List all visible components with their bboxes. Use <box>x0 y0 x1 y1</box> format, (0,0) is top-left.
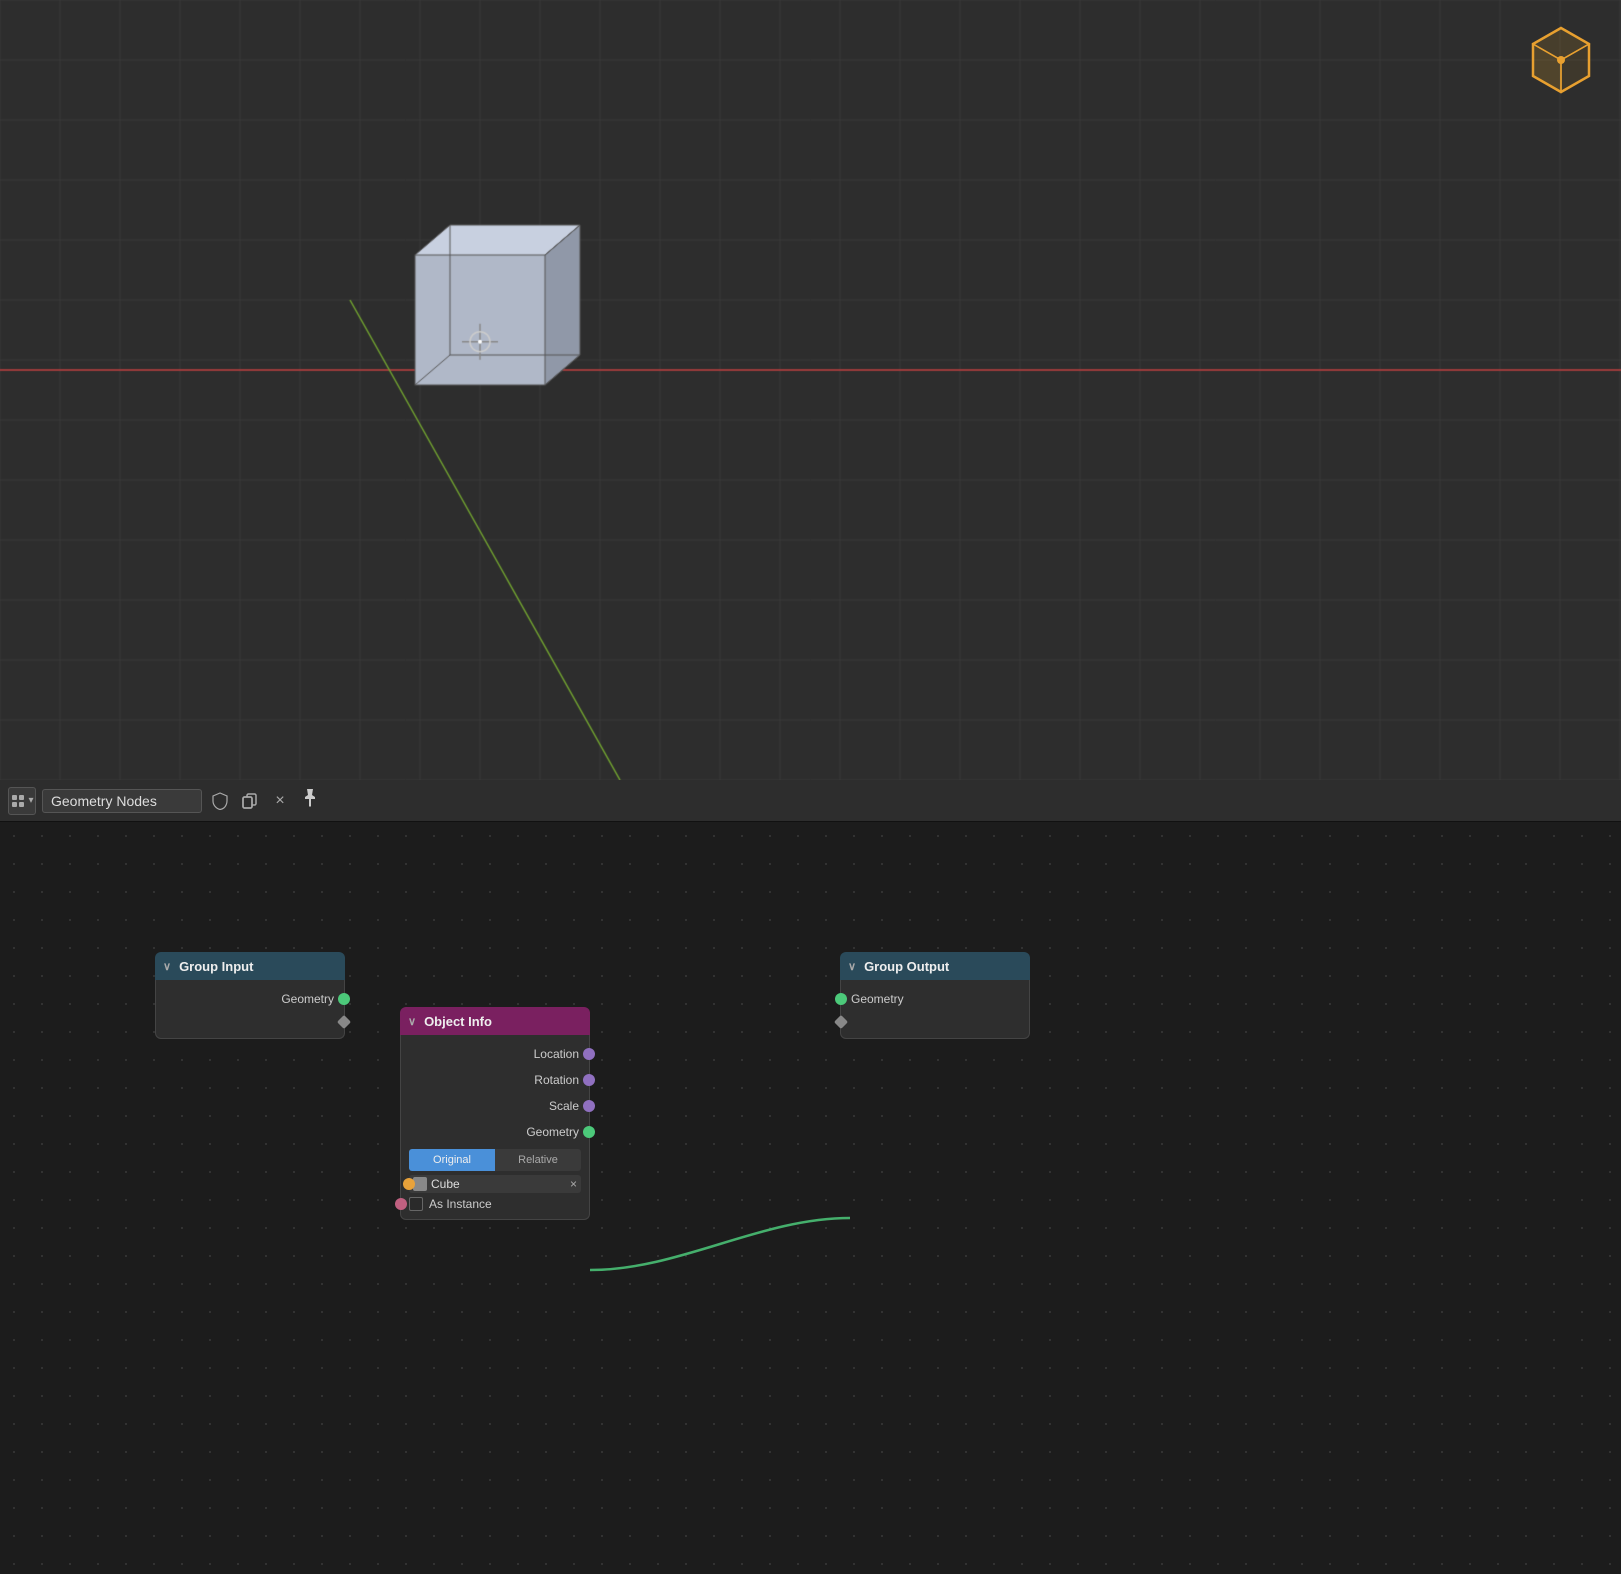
group-input-chevron: ∨ <box>163 960 171 973</box>
nodetree-name-field[interactable]: Geometry Nodes <box>42 789 202 813</box>
as-instance-socket <box>395 1198 407 1210</box>
connections-svg <box>0 822 1621 1574</box>
pin-button[interactable] <box>302 788 318 813</box>
group-output-geometry-socket <box>835 993 847 1005</box>
node-group-output: ∨ Group Output Geometry <box>840 952 1030 1039</box>
object-info-chevron: ∨ <box>408 1015 416 1028</box>
editor-type-button[interactable]: ▾ <box>8 787 36 815</box>
scale-socket <box>583 1100 595 1112</box>
group-input-title: Group Input <box>179 959 253 974</box>
relative-button[interactable]: Relative <box>495 1149 581 1171</box>
object-info-scale-row: Scale <box>401 1093 589 1119</box>
group-input-extra-socket <box>337 1015 351 1029</box>
as-instance-row: As Instance <box>401 1195 589 1213</box>
original-button[interactable]: Original <box>409 1149 495 1171</box>
navigation-cube[interactable] <box>1521 20 1601 100</box>
close-button[interactable]: × <box>268 789 292 813</box>
group-output-extra-row <box>841 1012 1029 1032</box>
rotation-socket <box>583 1074 595 1086</box>
group-input-geometry-row: Geometry <box>156 986 344 1012</box>
copy-button[interactable] <box>238 789 262 813</box>
object-input-socket <box>403 1178 415 1190</box>
object-info-location-row: Location <box>401 1041 589 1067</box>
shield-button[interactable] <box>208 789 232 813</box>
viewport-3d[interactable] <box>0 0 1621 780</box>
node-object-info-header: ∨ Object Info <box>400 1007 590 1035</box>
transform-mode-buttons: Original Relative <box>409 1149 581 1171</box>
as-instance-label: As Instance <box>429 1197 492 1211</box>
group-output-geometry-row: Geometry <box>841 986 1029 1012</box>
node-object-info: ∨ Object Info Location Rotation Scale <box>400 1007 590 1220</box>
object-info-body: Location Rotation Scale Geometry <box>400 1035 590 1220</box>
node-group-input-header: ∨ Group Input <box>155 952 345 980</box>
as-instance-checkbox[interactable] <box>409 1197 423 1211</box>
object-info-geometry-row: Geometry <box>401 1119 589 1145</box>
cube-icon <box>413 1177 427 1191</box>
group-output-body: Geometry <box>840 980 1030 1039</box>
cube-clear-button[interactable]: × <box>570 1177 577 1191</box>
group-output-extra-socket <box>834 1015 848 1029</box>
object-info-rotation-row: Rotation <box>401 1067 589 1093</box>
location-socket <box>583 1048 595 1060</box>
group-input-extra-row <box>156 1012 344 1032</box>
node-editor: ▾ Geometry Nodes × <box>0 780 1621 1574</box>
object-info-title: Object Info <box>424 1014 492 1029</box>
object-info-geometry-socket <box>583 1126 595 1138</box>
group-input-geometry-socket <box>338 993 350 1005</box>
node-group-output-header: ∨ Group Output <box>840 952 1030 980</box>
group-input-body: Geometry <box>155 980 345 1039</box>
object-field-row: Cube × <box>409 1175 581 1193</box>
group-output-chevron: ∨ <box>848 960 856 973</box>
node-canvas[interactable]: ∨ Group Input Geometry ∨ Group Output <box>0 822 1621 1574</box>
node-editor-header: ▾ Geometry Nodes × <box>0 780 1621 822</box>
group-output-title: Group Output <box>864 959 949 974</box>
cube-label: Cube <box>431 1177 566 1191</box>
node-group-input: ∨ Group Input Geometry <box>155 952 345 1039</box>
